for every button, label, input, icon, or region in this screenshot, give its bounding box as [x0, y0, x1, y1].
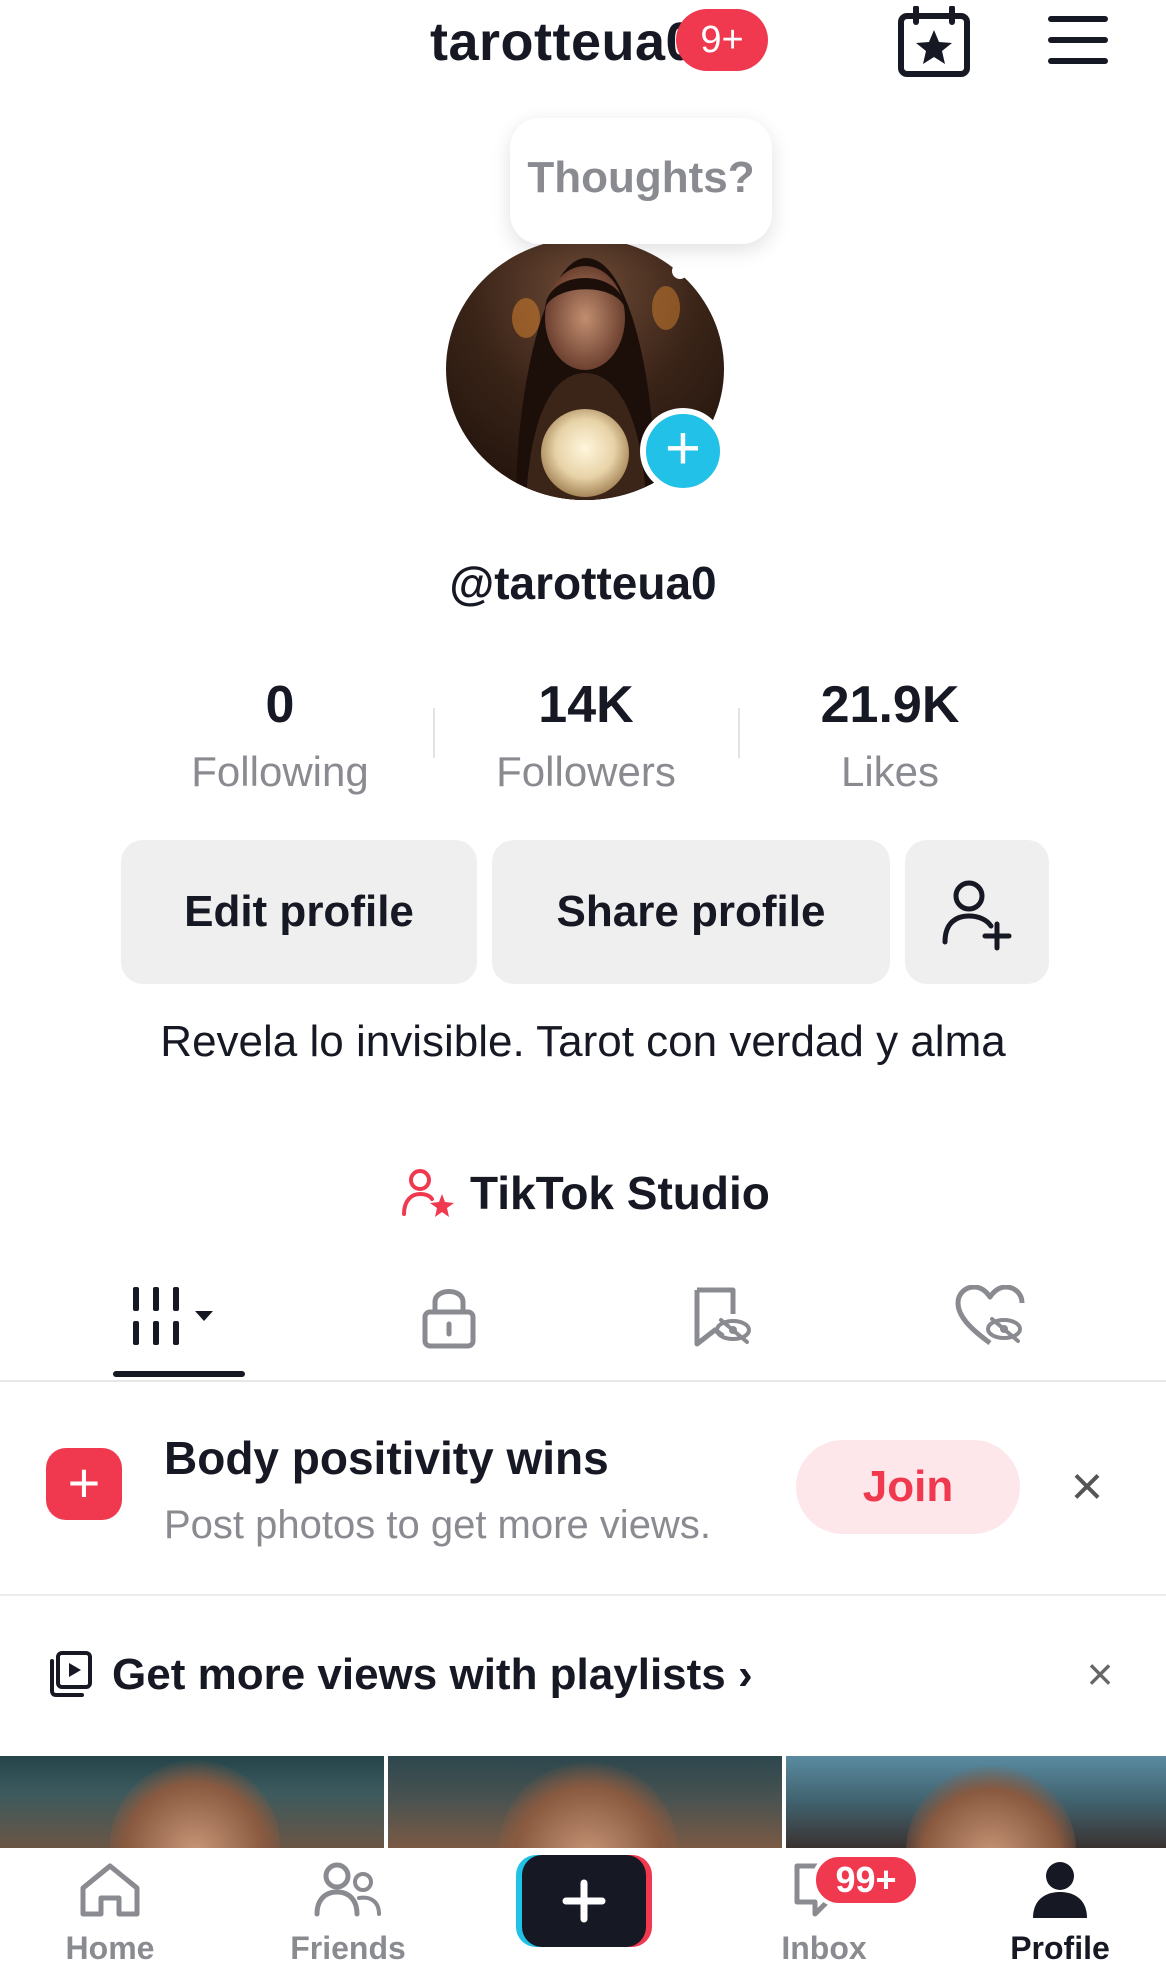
create-button[interactable]	[516, 1855, 652, 1947]
photo-post-icon: +	[46, 1448, 122, 1520]
plus-icon	[516, 1855, 652, 1947]
video-thumbnail[interactable]	[388, 1756, 782, 1848]
share-profile-button[interactable]: Share profile	[492, 840, 890, 984]
promo-title: Body positivity wins	[164, 1432, 609, 1484]
close-icon[interactable]: ×	[1062, 1456, 1112, 1516]
stat-following[interactable]: 0 Following	[130, 668, 430, 802]
inbox-badge: 99+	[812, 1853, 920, 1907]
thoughts-indicator-dot	[672, 263, 688, 279]
divider	[0, 1594, 1166, 1596]
add-person-icon	[942, 880, 1012, 951]
lock-icon	[422, 1289, 476, 1349]
tab-favorites[interactable]	[630, 1262, 810, 1372]
nav-friends[interactable]: Friends	[258, 1860, 438, 1980]
stat-divider	[433, 708, 435, 758]
nav-home[interactable]: Home	[20, 1860, 200, 1980]
stat-followers[interactable]: 14K Followers	[436, 668, 736, 802]
notification-badge: 9+	[676, 9, 768, 71]
nav-label: Home	[65, 1930, 155, 1966]
stat-label: Following	[191, 748, 369, 795]
home-icon	[80, 1863, 140, 1917]
calendar-star-icon	[898, 5, 970, 77]
join-button[interactable]: Join	[796, 1440, 1020, 1534]
stat-label: Followers	[496, 748, 676, 795]
friends-icon	[314, 1862, 381, 1917]
hamburger-menu-icon	[1048, 16, 1108, 64]
heart-hidden-icon	[955, 1285, 1025, 1346]
stat-label: Likes	[840, 748, 940, 795]
active-tab-indicator	[113, 1371, 245, 1377]
tab-private[interactable]	[359, 1262, 539, 1372]
thoughts-placeholder: Thoughts?	[527, 153, 755, 202]
bookmark-hidden-icon	[694, 1287, 751, 1347]
playlist-prompt-link[interactable]: Get more views with playlists ›	[112, 1640, 753, 1710]
nav-label: Profile	[1010, 1930, 1110, 1966]
tiktok-studio-link[interactable]: TikTok Studio	[400, 1158, 770, 1228]
add-friend-button[interactable]	[905, 840, 1049, 984]
playlist-icon	[48, 1651, 94, 1697]
nav-label: Inbox	[781, 1930, 867, 1966]
videos-grid-icon	[133, 1287, 213, 1345]
promo-subtitle: Post photos to get more views.	[164, 1503, 711, 1547]
edit-profile-button[interactable]: Edit profile	[121, 840, 477, 984]
nav-label: Friends	[290, 1930, 406, 1966]
stat-value: 21.9K	[820, 676, 960, 734]
calendar-button[interactable]	[896, 5, 974, 78]
plus-icon: +	[664, 414, 702, 483]
video-thumbnail[interactable]	[0, 1756, 384, 1848]
stat-likes[interactable]: 21.9K Likes	[740, 668, 1040, 802]
add-story-button[interactable]: +	[640, 408, 726, 494]
thoughts-bubble[interactable]: Thoughts?	[510, 118, 772, 244]
profile-icon	[1033, 1862, 1087, 1918]
stat-value: 14K	[538, 676, 634, 734]
video-thumbnail[interactable]	[786, 1756, 1166, 1848]
profile-bio: Revela lo invisible. Tarot con verdad y …	[160, 1017, 1006, 1066]
person-star-icon	[402, 1169, 454, 1217]
username-title[interactable]: tarotteua0	[0, 6, 1166, 78]
close-icon[interactable]: ×	[1080, 1646, 1120, 1702]
tab-videos[interactable]	[89, 1262, 269, 1372]
username-text: tarotteua0	[429, 12, 697, 72]
menu-button[interactable]	[1042, 10, 1114, 70]
tab-liked[interactable]	[900, 1262, 1080, 1372]
nav-profile[interactable]: Profile	[970, 1860, 1150, 1980]
divider	[0, 1380, 1166, 1382]
tiktok-studio-label: TikTok Studio	[470, 1167, 770, 1219]
profile-handle: @tarotteua0	[449, 557, 717, 609]
stat-value: 0	[265, 676, 295, 734]
